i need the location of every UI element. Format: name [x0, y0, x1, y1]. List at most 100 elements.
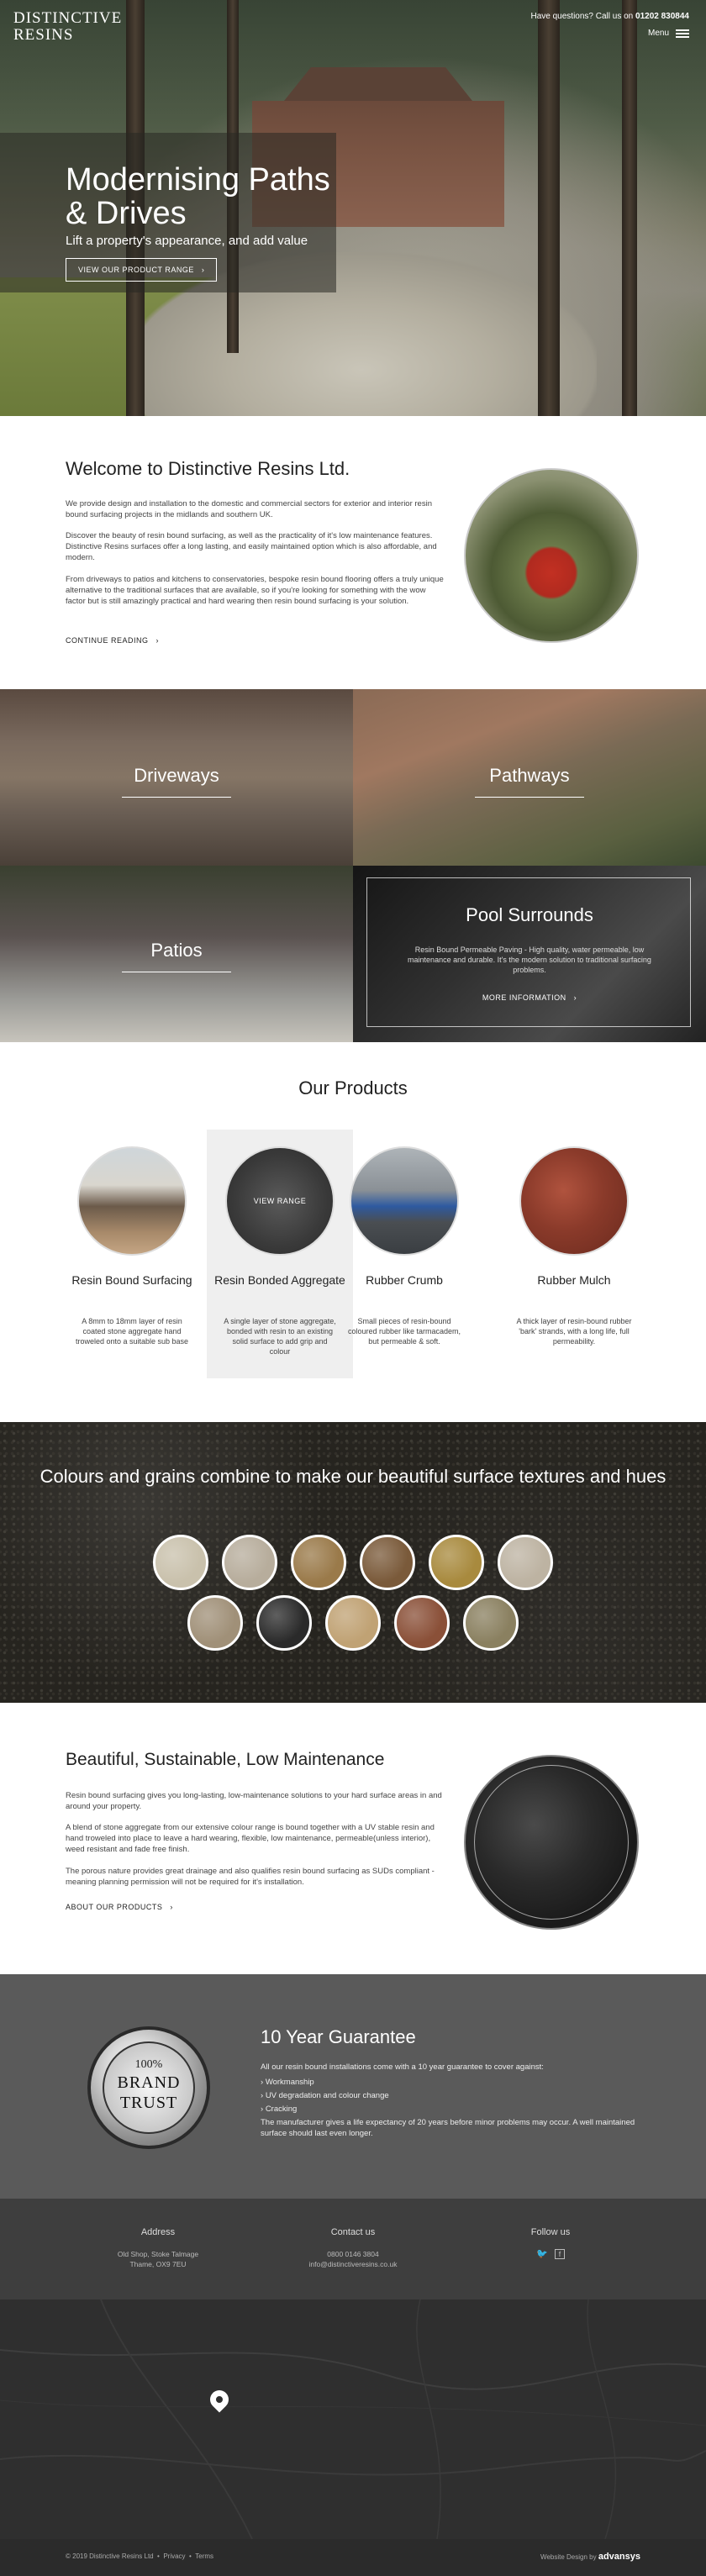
benefits-paragraph-3: The porous nature provides great drainag… [66, 1867, 435, 1887]
continue-reading-link[interactable]: CONTINUE READING › [66, 636, 159, 645]
benefits-section: Beautiful, Sustainable, Low Maintenance … [0, 1703, 706, 1974]
colour-swatch[interactable] [222, 1535, 277, 1590]
guarantee-section: 100% BRAND TRUST 10 Year Guarantee All o… [0, 1974, 706, 2199]
copyright: © 2019 Distinctive Resins Ltd [66, 2552, 154, 2560]
guarantee-item-text: UV degradation and colour change [265, 2091, 389, 2100]
product-image [519, 1146, 629, 1256]
badge-percent: 100% [134, 2058, 163, 2071]
product-card[interactable]: Resin Bound Surfacing A 8mm to 18mm laye… [59, 1130, 205, 1378]
contact-title: Contact us [330, 2227, 376, 2237]
colour-swatch[interactable] [429, 1535, 484, 1590]
top-bar: DISTINCTIVE RESINS Have questions? Call … [0, 0, 706, 50]
benefits-paragraph-2: A blend of stone aggregate from our exte… [66, 1823, 435, 1854]
logo-line-2: RESINS [13, 26, 74, 44]
tile-patios[interactable]: Patios [0, 866, 353, 1042]
guarantee-item-text: Workmanship [265, 2078, 314, 2087]
terms-link[interactable]: Terms [195, 2552, 213, 2560]
address-line-1: Old Shop, Stoke Talmage [117, 2250, 199, 2258]
tile-pathways-label: Pathways [489, 765, 570, 786]
tile-driveways[interactable]: Driveways [0, 689, 353, 866]
chevron-right-icon: › [150, 636, 160, 645]
image-ring [474, 1765, 629, 1920]
view-product-range-button[interactable]: VIEW OUR PRODUCT RANGE › [66, 258, 218, 282]
colour-swatch[interactable] [360, 1535, 415, 1590]
guarantee-item: › Workmanship [261, 2078, 314, 2087]
colour-swatch[interactable] [394, 1595, 450, 1651]
view-range-overlay[interactable]: VIEW RANGE [227, 1197, 333, 1205]
guarantee-item: › Cracking [261, 2105, 298, 2114]
facebook-icon[interactable]: f [555, 2249, 565, 2259]
tile-patios-label: Patios [150, 940, 203, 961]
footer-social: Follow us 🐦 f [504, 2227, 597, 2259]
guarantee-outro: The manufacturer gives a life expectancy… [261, 2118, 635, 2138]
welcome-paragraph-3: From driveways to patios and kitchens to… [66, 575, 444, 606]
badge-word-2: TRUST [119, 2094, 178, 2112]
chevron-right-icon: › [165, 1903, 173, 1911]
legal-links: © 2019 Distinctive Resins Ltd • Privacy … [66, 2552, 214, 2560]
about-products-label: ABOUT OUR PRODUCTS [66, 1903, 163, 1911]
designer-credit: Website Design by advansys [540, 2552, 640, 2562]
colours-title: Colours and grains combine to make our b… [40, 1466, 666, 1487]
product-title: Rubber Mulch [537, 1273, 611, 1287]
map-roads [0, 2299, 706, 2539]
menu-button[interactable]: Menu [648, 29, 689, 38]
hamburger-icon [676, 29, 689, 38]
product-card[interactable]: Rubber Crumb Small pieces of resin-bound… [331, 1130, 477, 1378]
hero-banner: DISTINCTIVE RESINS Have questions? Call … [0, 0, 706, 416]
logo-line-1: DISTINCTIVE [13, 9, 123, 27]
benefits-paragraph-1: Resin bound surfacing gives you long-las… [66, 1791, 442, 1811]
site-logo[interactable]: DISTINCTIVE RESINS [13, 10, 122, 44]
product-card[interactable]: Rubber Mulch A thick layer of resin-boun… [501, 1130, 647, 1378]
product-image [77, 1146, 187, 1256]
colour-swatch[interactable] [153, 1535, 208, 1590]
benefits-title: Beautiful, Sustainable, Low Maintenance [66, 1750, 385, 1769]
contact-phone-link[interactable]: 0800 0146 3804 [286, 2249, 420, 2259]
address-line-2: Thame, OX9 7EU [129, 2260, 187, 2268]
colour-swatch[interactable] [291, 1535, 346, 1590]
hero-button-label: VIEW OUR PRODUCT RANGE [78, 266, 194, 274]
colour-swatch[interactable] [498, 1535, 553, 1590]
divider [475, 797, 584, 798]
phone-prefix: Have questions? Call us on [530, 12, 634, 21]
guarantee-title: 10 Year Guarantee [261, 2026, 416, 2047]
guarantee-item-text: Cracking [265, 2105, 298, 2114]
stone-texture [0, 1422, 706, 1703]
colours-section: Colours and grains combine to make our b… [0, 1422, 706, 1703]
product-description: A thick layer of resin-bound rubber 'bar… [516, 1317, 632, 1346]
twitter-icon[interactable]: 🐦 [536, 2249, 548, 2259]
tile-pool-surrounds[interactable]: Pool Surrounds Resin Bound Permeable Pav… [353, 866, 706, 1042]
guarantee-item: › UV degradation and colour change [261, 2091, 389, 2100]
footer: Address Old Shop, Stoke Talmage Thame, O… [0, 2199, 706, 2299]
design-prefix: Website Design by [540, 2553, 597, 2561]
badge-word-1: BRAND [117, 2073, 181, 2092]
colour-swatch[interactable] [256, 1595, 312, 1651]
colour-swatch[interactable] [463, 1595, 519, 1651]
location-map[interactable] [0, 2299, 706, 2539]
about-products-link[interactable]: ABOUT OUR PRODUCTS › [66, 1903, 173, 1911]
hero-title: Modernising Paths & Drives [66, 162, 330, 231]
tile-driveways-label: Driveways [134, 765, 219, 786]
product-image: VIEW RANGE [225, 1146, 335, 1256]
designer-link[interactable]: advansys [598, 2552, 640, 2562]
product-description: A single layer of stone aggregate, bonde… [224, 1317, 336, 1356]
phone-number-link[interactable]: 01202 830844 [635, 12, 689, 21]
continue-reading-label: CONTINUE READING [66, 636, 149, 645]
menu-label: Menu [647, 29, 669, 38]
welcome-paragraph-2: Discover the beauty of resin bound surfa… [66, 531, 437, 562]
follow-title: Follow us [530, 2227, 571, 2237]
footer-address: Address Old Shop, Stoke Talmage Thame, O… [108, 2227, 208, 2269]
brand-trust-badge: 100% BRAND TRUST [87, 2026, 210, 2149]
product-title: Resin Bound Surfacing [71, 1273, 192, 1287]
contact-email-link[interactable]: info@distinctiveresins.co.uk [286, 2259, 420, 2269]
colour-swatch[interactable] [325, 1595, 381, 1651]
colour-swatch[interactable] [187, 1595, 243, 1651]
pool-title: Pool Surrounds [466, 904, 593, 925]
more-information-button[interactable]: MORE INFORMATION › [353, 993, 706, 1002]
hero-subtitle: Lift a property's appearance, and add va… [66, 234, 308, 248]
footer-contact: Contact us 0800 0146 3804 info@distincti… [286, 2227, 420, 2269]
welcome-title: Welcome to Distinctive Resins Ltd. [66, 458, 350, 479]
tile-pathways[interactable]: Pathways [353, 689, 706, 866]
welcome-paragraph-1: We provide design and installation to th… [66, 499, 432, 519]
privacy-link[interactable]: Privacy [163, 2552, 185, 2560]
more-information-label: MORE INFORMATION [482, 993, 566, 1002]
